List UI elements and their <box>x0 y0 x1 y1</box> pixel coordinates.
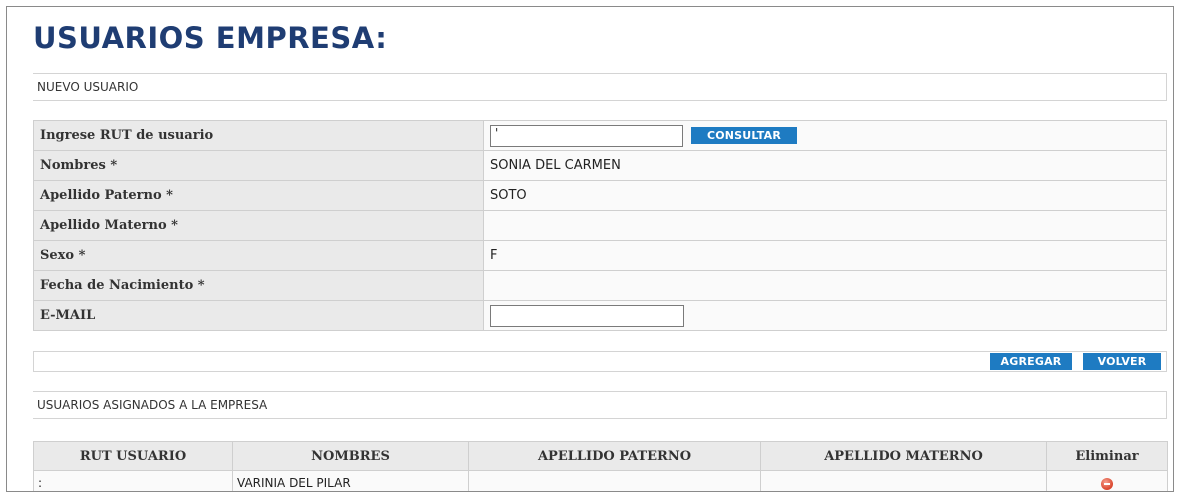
delete-icon[interactable] <box>1101 477 1113 490</box>
rut-input[interactable]: ' <box>490 124 683 147</box>
actions-bar: AGREGAR VOLVER <box>33 351 1167 372</box>
email-cell <box>483 300 1167 331</box>
email-field[interactable] <box>490 304 684 327</box>
form-row-rut: Ingrese RUT de usuario ' CONSULTAR <box>33 120 1167 151</box>
cell-apellido-paterno <box>468 470 761 491</box>
fecha-nacimiento-value <box>483 270 1167 301</box>
volver-button[interactable]: VOLVER <box>1083 353 1161 370</box>
page-title: USUARIOS EMPRESA: / <box>33 21 395 55</box>
rut-cell: ' CONSULTAR <box>483 120 1167 151</box>
cell-nombres: VARINIA DEL PILAR <box>232 470 469 491</box>
form-row-nombres: Nombres * SONIA DEL CARMEN <box>33 150 1167 181</box>
cell-eliminar <box>1046 470 1168 491</box>
form-row-email: E-MAIL <box>33 300 1167 331</box>
apellido-materno-label: Apellido Materno * <box>33 210 484 241</box>
email-label: E-MAIL <box>33 300 484 331</box>
assigned-users-section: USUARIOS ASIGNADOS A LA EMPRESA <box>33 391 1167 419</box>
header-apellido-materno: APELLIDO MATERNO <box>760 441 1047 471</box>
form-row-apellido-materno: Apellido Materno * <box>33 210 1167 241</box>
cell-rut: : <box>33 470 233 491</box>
header-rut-usuario: RUT USUARIO <box>33 441 233 471</box>
header-nombres: NOMBRES <box>232 441 469 471</box>
header-apellido-paterno: APELLIDO PATERNO <box>468 441 761 471</box>
new-user-section-label: NUEVO USUARIO <box>37 80 139 94</box>
apellido-paterno-value: SOTO <box>483 180 1167 211</box>
form-row-fecha: Fecha de Nacimiento * <box>33 270 1167 301</box>
nombres-value: SONIA DEL CARMEN <box>483 150 1167 181</box>
apellido-paterno-label: Apellido Paterno * <box>33 180 484 211</box>
apellido-materno-value <box>483 210 1167 241</box>
header-eliminar: Eliminar <box>1046 441 1168 471</box>
form-row-sexo: Sexo * F <box>33 240 1167 271</box>
new-user-form: Ingrese RUT de usuario ' CONSULTAR Nombre… <box>33 120 1167 331</box>
assigned-users-table: RUT USUARIO NOMBRES APELLIDO PATERNO APE… <box>33 441 1168 491</box>
table-header-row: RUT USUARIO NOMBRES APELLIDO PATERNO APE… <box>33 441 1168 471</box>
consultar-button[interactable]: CONSULTAR <box>691 127 797 144</box>
fecha-nacimiento-label: Fecha de Nacimiento * <box>33 270 484 301</box>
table-row: : VARINIA DEL PILAR <box>33 470 1168 491</box>
new-user-section: NUEVO USUARIO <box>33 73 1167 101</box>
form-row-apellido-paterno: Apellido Paterno * SOTO <box>33 180 1167 211</box>
assigned-users-section-label: USUARIOS ASIGNADOS A LA EMPRESA <box>37 398 268 412</box>
cell-apellido-materno <box>760 470 1047 491</box>
agregar-button[interactable]: AGREGAR <box>990 353 1072 370</box>
rut-label: Ingrese RUT de usuario <box>33 120 484 151</box>
sexo-value: F <box>483 240 1167 271</box>
page-frame: USUARIOS EMPRESA: / NUEVO USUARIO Ingres… <box>6 6 1174 492</box>
sexo-label: Sexo * <box>33 240 484 271</box>
nombres-label: Nombres * <box>33 150 484 181</box>
